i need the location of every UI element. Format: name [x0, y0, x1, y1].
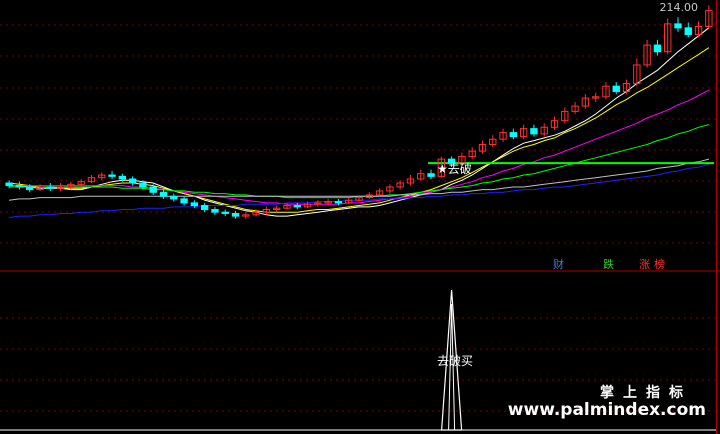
candle-body-17: [180, 198, 188, 204]
candle-body-12: [128, 178, 137, 184]
candle-body-32: [334, 201, 343, 204]
ma-line-5: [9, 163, 710, 218]
candle-body-51: [530, 128, 538, 135]
candle-body-2: [26, 186, 34, 191]
candle-body-11: [118, 175, 127, 180]
candle-body-1: [15, 185, 24, 188]
badge-zhang[interactable]: 涨: [638, 258, 651, 271]
watermark-url: www.palmindex.com: [507, 400, 706, 420]
candle-body-4: [46, 186, 54, 189]
signal-label: ★去破: [437, 162, 472, 176]
candle-body-18: [190, 202, 199, 207]
candle-body-15: [159, 191, 168, 197]
ma-line-4: [9, 158, 710, 201]
candle-body-59: [612, 85, 620, 92]
candle-body-16: [170, 195, 178, 200]
candle-body-21: [221, 211, 229, 214]
candle-body-63: [653, 44, 662, 53]
price-label: 214.00: [659, 1, 699, 14]
watermark-title: 掌上指标: [600, 385, 692, 401]
chart-canvas: [0, 0, 720, 434]
candle-body-20: [211, 209, 219, 213]
candle-body-49: [509, 132, 518, 138]
candle-body-14: [149, 186, 157, 193]
badge-bang[interactable]: 榜: [653, 258, 666, 271]
candle-body-65: [674, 23, 682, 29]
candle-body-41: [427, 173, 435, 177]
candle-body-10: [108, 174, 116, 177]
candle-body-13: [139, 182, 147, 188]
badge-caiwu[interactable]: 财: [552, 258, 565, 271]
chart-stage: 214.00 ★去破 财 跌 涨 榜 去破买 掌上指标 www.palminde…: [0, 0, 720, 434]
candle-body-19: [200, 205, 209, 211]
candle-body-0: [5, 182, 13, 187]
candle-body-28: [293, 205, 301, 208]
indicator-label: 去破买: [437, 354, 474, 368]
badge-die[interactable]: 跌: [602, 258, 615, 271]
candle-body-66: [684, 27, 692, 35]
candle-body-22: [231, 212, 240, 217]
